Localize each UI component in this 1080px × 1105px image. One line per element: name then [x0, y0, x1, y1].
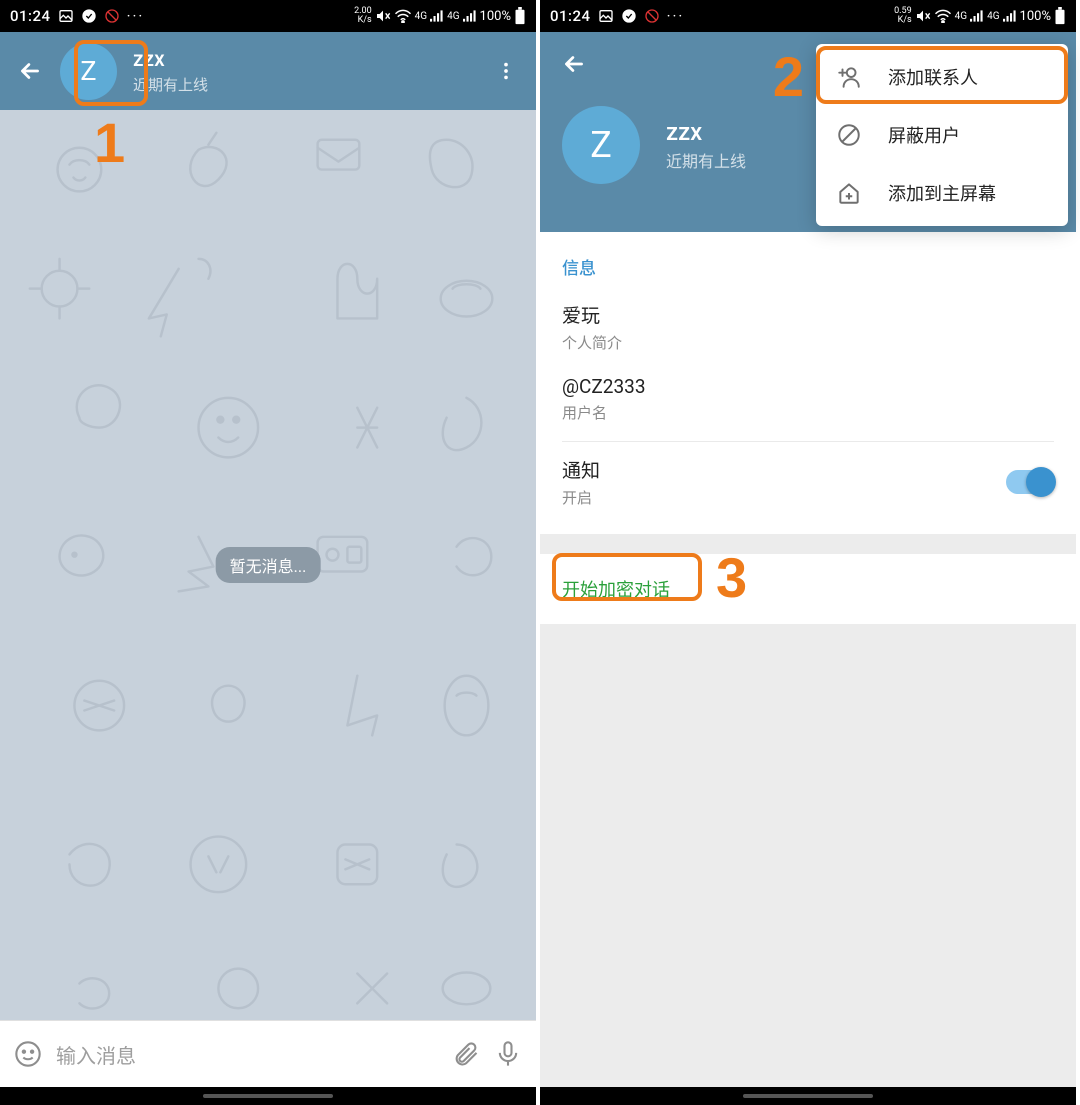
block-icon — [836, 122, 862, 148]
attachment-icon[interactable] — [452, 1040, 480, 1068]
message-input[interactable]: 输入消息 — [56, 1040, 438, 1069]
avatar[interactable]: Z — [562, 106, 640, 184]
username-row[interactable]: @CZ2333 用户名 — [562, 371, 1054, 441]
nav-bar — [540, 1087, 1076, 1105]
username-value: @CZ2333 — [562, 375, 1054, 398]
info-card: 信息 爱玩 个人简介 @CZ2333 用户名 通知 开启 — [540, 232, 1076, 534]
mute-icon — [375, 8, 391, 24]
status-battery-pct: 100% — [1020, 9, 1051, 24]
contact-name: zzx — [133, 48, 488, 72]
start-secret-chat-button[interactable]: 开始加密对话 — [562, 554, 1054, 624]
menu-add-to-home[interactable]: 添加到主屏幕 — [816, 164, 1068, 222]
contact-status: 近期有上线 — [133, 74, 488, 95]
bio-row[interactable]: 爱玩 个人简介 — [562, 297, 1054, 371]
menu-block-user-label: 屏蔽用户 — [888, 122, 960, 148]
back-button[interactable] — [12, 53, 48, 89]
overflow-menu: 添加联系人 屏蔽用户 添加到主屏幕 — [816, 44, 1068, 226]
status-4g-2: 4G — [447, 11, 459, 22]
wifi-icon — [394, 9, 412, 23]
input-bar: 输入消息 — [0, 1020, 536, 1087]
back-button[interactable] — [556, 46, 592, 82]
block-icon — [104, 8, 120, 24]
more-vertical-icon — [495, 60, 517, 82]
signal-icon-2 — [1003, 9, 1017, 23]
notifications-value: 开启 — [562, 487, 1006, 508]
menu-block-user[interactable]: 屏蔽用户 — [816, 106, 1068, 164]
notifications-toggle[interactable] — [1006, 470, 1054, 494]
action-card: 开始加密对话 — [540, 554, 1076, 624]
contact-status: 近期有上线 — [666, 148, 746, 172]
check-badge-icon — [81, 8, 97, 24]
bio-label: 个人简介 — [562, 332, 1054, 353]
toggle-knob — [1026, 467, 1056, 497]
more-button[interactable] — [488, 53, 524, 89]
menu-add-contact[interactable]: 添加联系人 — [816, 48, 1068, 106]
avatar[interactable]: Z — [60, 43, 117, 100]
picture-icon — [598, 8, 614, 24]
status-bar: 01:24 ··· 0.59K/s 4G 4G 100% — [540, 0, 1076, 32]
info-section-title: 信息 — [562, 254, 1054, 279]
menu-add-to-home-label: 添加到主屏幕 — [888, 180, 996, 206]
phone-left: 01:24 ··· 2.00K/s 4G 4G 100% Z zzx 近期有上线 — [0, 0, 540, 1105]
emoji-icon[interactable] — [14, 1040, 42, 1068]
phone-right: 01:24 ··· 0.59K/s 4G 4G 100% Z zzx 近期有上线 — [540, 0, 1080, 1105]
arrow-left-icon — [561, 51, 587, 77]
wifi-icon — [934, 9, 952, 23]
microphone-icon[interactable] — [494, 1040, 522, 1068]
profile-body: 信息 爱玩 个人简介 @CZ2333 用户名 通知 开启 开始加密对话 — [540, 232, 1076, 1087]
contact-name: zzx — [666, 118, 746, 146]
status-time: 01:24 — [550, 7, 591, 25]
add-person-icon — [836, 64, 862, 90]
battery-icon — [514, 7, 526, 25]
arrow-left-icon — [17, 58, 43, 84]
chat-body: 暂无消息... — [0, 110, 536, 1020]
bio-value: 爱玩 — [562, 301, 1054, 328]
chat-header: Z zzx 近期有上线 — [0, 32, 536, 110]
status-speed: 0.59K/s — [894, 7, 912, 25]
check-badge-icon — [621, 8, 637, 24]
status-ellipsis: ··· — [127, 7, 145, 25]
mute-icon — [915, 8, 931, 24]
menu-add-contact-label: 添加联系人 — [888, 64, 978, 90]
empty-message-badge: 暂无消息... — [216, 547, 321, 583]
home-plus-icon — [836, 180, 862, 206]
status-ellipsis: ··· — [667, 7, 685, 25]
signal-icon-1 — [430, 9, 444, 23]
picture-icon — [58, 8, 74, 24]
status-bar: 01:24 ··· 2.00K/s 4G 4G 100% — [0, 0, 536, 32]
block-icon — [644, 8, 660, 24]
battery-icon — [1054, 7, 1066, 25]
header-contact-info[interactable]: zzx 近期有上线 — [133, 48, 488, 95]
signal-icon-1 — [970, 9, 984, 23]
nav-bar — [0, 1087, 536, 1105]
username-label: 用户名 — [562, 402, 1054, 423]
status-4g-2: 4G — [987, 11, 999, 22]
notifications-label: 通知 — [562, 456, 1006, 483]
status-speed: 2.00K/s — [354, 7, 372, 25]
status-time: 01:24 — [10, 7, 51, 25]
status-battery-pct: 100% — [480, 9, 511, 24]
signal-icon-2 — [463, 9, 477, 23]
status-4g-1: 4G — [415, 11, 427, 22]
notifications-row[interactable]: 通知 开启 — [562, 442, 1054, 526]
status-4g-1: 4G — [955, 11, 967, 22]
